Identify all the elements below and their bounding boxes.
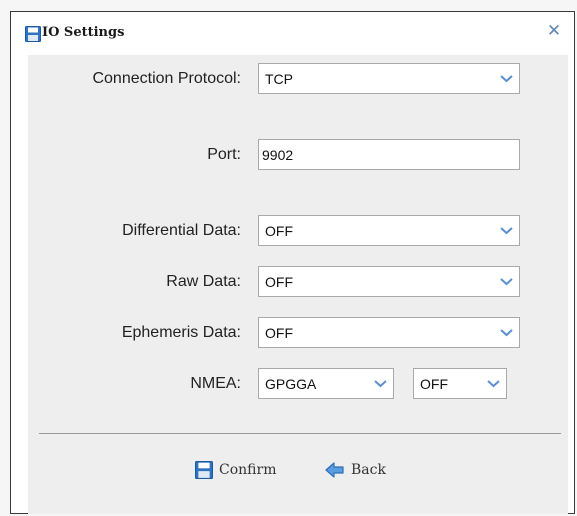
connection-protocol-row: Connection Protocol: TCP (28, 62, 568, 96)
io-settings-dialog: IO Settings ✕ Connection Protocol: TCP P… (10, 11, 575, 514)
ephemeris-data-label: Ephemeris Data: (121, 324, 241, 341)
raw-data-value: OFF (265, 274, 293, 290)
connection-protocol-value: TCP (265, 71, 293, 87)
port-label: Port: (207, 146, 241, 163)
back-arrow-icon (325, 462, 344, 478)
ephemeris-data-value: OFF (265, 325, 293, 341)
confirm-button[interactable]: Confirm (195, 459, 287, 481)
title-bar: IO Settings ✕ (11, 12, 574, 52)
port-input[interactable]: 9902 (258, 139, 520, 170)
connection-protocol-select[interactable]: TCP (258, 63, 520, 94)
chevron-down-icon (500, 329, 513, 337)
raw-data-row: Raw Data: OFF (28, 265, 568, 299)
chevron-down-icon (500, 278, 513, 286)
nmea-type-value: GPGGA (265, 376, 317, 392)
nmea-row: NMEA: GPGGA OFF (28, 367, 568, 401)
differential-data-label: Differential Data: (122, 222, 241, 239)
raw-data-select[interactable]: OFF (258, 266, 520, 297)
chevron-down-icon (500, 75, 513, 83)
nmea-rate-value: OFF (420, 376, 448, 392)
back-button[interactable]: Back (325, 459, 405, 481)
ephemeris-data-select[interactable]: OFF (258, 317, 520, 348)
chevron-down-icon (487, 380, 500, 388)
ephemeris-data-row: Ephemeris Data: OFF (28, 316, 568, 350)
close-icon[interactable]: ✕ (545, 22, 563, 40)
chevron-down-icon (500, 227, 513, 235)
connection-protocol-label: Connection Protocol: (92, 70, 241, 87)
differential-data-select[interactable]: OFF (258, 215, 520, 246)
back-label: Back (351, 462, 386, 478)
port-value: 9902 (262, 147, 294, 163)
nmea-label: NMEA: (190, 375, 241, 392)
port-row: Port: 9902 (28, 138, 568, 172)
save-icon (195, 461, 213, 479)
confirm-label: Confirm (219, 462, 277, 478)
footer-divider (39, 433, 561, 434)
save-icon (25, 26, 41, 42)
settings-panel: Connection Protocol: TCP Port: 9902 Diff… (28, 55, 568, 514)
raw-data-label: Raw Data: (166, 273, 241, 290)
nmea-rate-select[interactable]: OFF (413, 368, 507, 399)
differential-data-value: OFF (265, 223, 293, 239)
dialog-title: IO Settings (42, 25, 125, 40)
nmea-type-select[interactable]: GPGGA (258, 368, 394, 399)
chevron-down-icon (374, 380, 387, 388)
differential-data-row: Differential Data: OFF (28, 214, 568, 248)
